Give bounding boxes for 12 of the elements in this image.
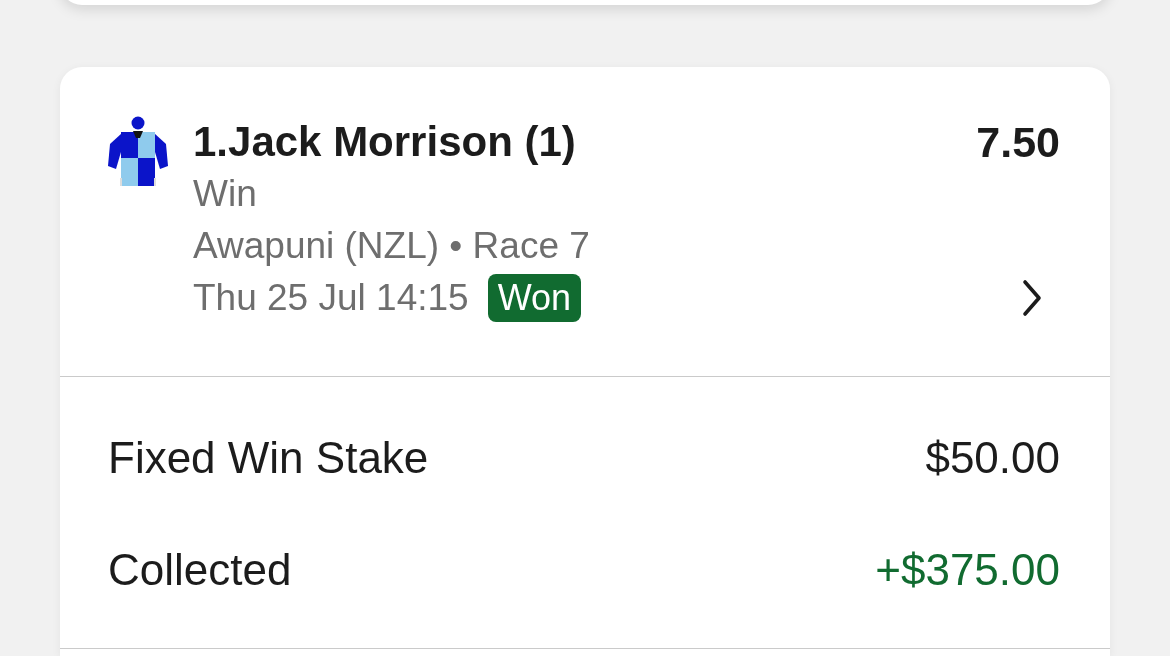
jersey-icon xyxy=(108,116,168,186)
selection-name: 1.Jack Morrison (1) xyxy=(193,117,577,167)
summary-value: +$375.00 xyxy=(875,544,1060,596)
chevron-right-icon[interactable] xyxy=(1022,279,1042,317)
summary-value: $50.00 xyxy=(925,432,1060,484)
summary-label: Fixed Win Stake xyxy=(108,432,429,484)
bet-type: Win xyxy=(193,172,258,216)
meeting-race: Awapuni (NZL) • Race 7 xyxy=(193,224,591,268)
start-time: Thu 25 Jul 14:15 xyxy=(193,276,469,320)
odds-value: 7.50 xyxy=(976,117,1060,168)
status-badge: Won xyxy=(487,274,581,322)
summary-label: Collected xyxy=(108,544,292,596)
